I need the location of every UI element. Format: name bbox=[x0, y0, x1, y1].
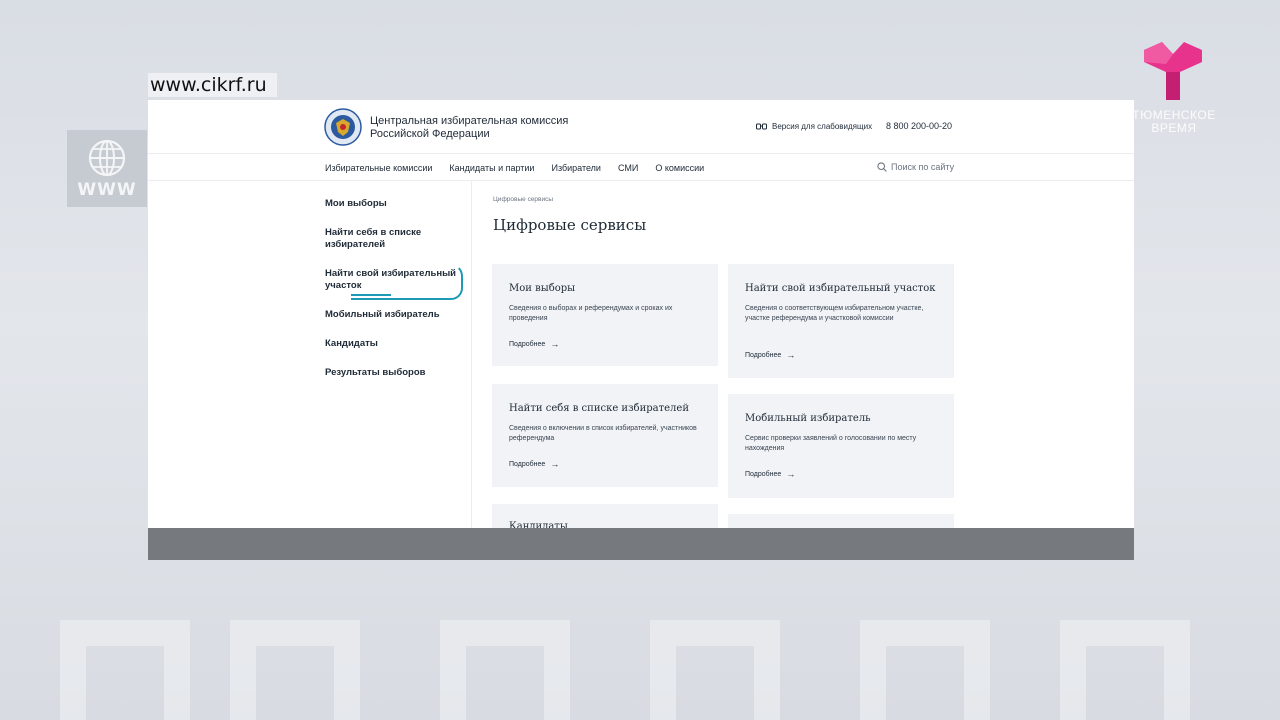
card-title: Найти себя в списке избирателей bbox=[509, 403, 689, 414]
sidebar-item-find-in-voter-list[interactable]: Найти себя в списке избирателей bbox=[325, 227, 465, 251]
sidebar-divider bbox=[471, 181, 472, 528]
more-label: Подробнее bbox=[745, 352, 782, 359]
more-link[interactable]: Подробнее → bbox=[745, 350, 796, 360]
glasses-icon bbox=[756, 123, 767, 130]
nav-item-candidates-parties[interactable]: Кандидаты и партии bbox=[449, 163, 534, 173]
sidebar-item-election-results[interactable]: Результаты выборов bbox=[325, 367, 465, 379]
card-description: Сведения о выборах и референдумах и срок… bbox=[509, 305, 673, 322]
search-box[interactable]: Поиск по сайту bbox=[877, 162, 954, 172]
www-badge: WWW bbox=[67, 130, 147, 207]
arrow-right-icon: → bbox=[786, 469, 796, 479]
card-description: Сведения о соответствующем избирательном… bbox=[745, 305, 924, 322]
sidebar-menu: Мои выборы Найти себя в списке избирател… bbox=[325, 198, 465, 396]
globe-icon bbox=[88, 139, 126, 177]
card-title: Найти свой избирательный участок bbox=[745, 283, 936, 294]
breadcrumb[interactable]: Цифровые сервисы bbox=[493, 196, 553, 203]
service-card-mobile-voter[interactable]: Мобильный избиратель Сервис проверки зая… bbox=[728, 394, 954, 498]
nav-item-about[interactable]: О комиссии bbox=[655, 163, 704, 173]
org-name-line1: Центральная избирательная комиссия bbox=[370, 115, 569, 127]
phone-number[interactable]: 8 800 200-00-20 bbox=[886, 121, 952, 131]
site-nav: Избирательные комиссии Кандидаты и парти… bbox=[148, 154, 1134, 181]
arrow-right-icon: → bbox=[786, 350, 796, 360]
sidebar-item-my-elections[interactable]: Мои выборы bbox=[325, 198, 465, 210]
www-label: WWW bbox=[77, 180, 137, 200]
nav-item-media[interactable]: СМИ bbox=[618, 163, 638, 173]
card-description: Сведения о включении в список избирателе… bbox=[509, 425, 697, 442]
more-label: Подробнее bbox=[745, 471, 782, 478]
more-label: Подробнее bbox=[509, 341, 546, 348]
page-title: Цифровые сервисы bbox=[493, 216, 647, 234]
service-card-find-polling-station[interactable]: Найти свой избирательный участок Сведени… bbox=[728, 264, 954, 378]
nav-item-voters[interactable]: Избиратели bbox=[551, 163, 601, 173]
card-description: Сервис проверки заявлений о голосовании … bbox=[745, 435, 917, 452]
more-label: Подробнее bbox=[509, 461, 546, 468]
more-link[interactable]: Подробнее → bbox=[509, 459, 560, 469]
card-title: Мои выборы bbox=[509, 283, 576, 294]
service-card-find-in-voter-list[interactable]: Найти себя в списке избирателей Сведения… bbox=[492, 384, 718, 487]
sidebar-item-find-polling-station[interactable]: Найти свой избирательный участок bbox=[325, 264, 465, 300]
channel-name: ТЮМЕНСКОЕ ВРЕМЯ bbox=[1132, 108, 1216, 135]
site-header: Центральная избирательная комиссия Росси… bbox=[148, 100, 1134, 154]
url-caption: www.cikrf.ru bbox=[148, 73, 277, 97]
org-name-line2: Российской Федерации bbox=[370, 128, 490, 140]
browser-bottom-bar bbox=[148, 528, 1134, 560]
arrow-right-icon: → bbox=[550, 339, 560, 349]
service-card-my-elections[interactable]: Мои выборы Сведения о выборах и референд… bbox=[492, 264, 718, 366]
org-name[interactable]: Центральная избирательная комиссия Росси… bbox=[370, 115, 610, 141]
nav-item-commissions[interactable]: Избирательные комиссии bbox=[325, 163, 432, 173]
low-vision-link[interactable]: Версия для слабовидящих bbox=[756, 122, 872, 131]
sidebar-item-mobile-voter[interactable]: Мобильный избиратель bbox=[325, 309, 465, 321]
more-link[interactable]: Подробнее → bbox=[509, 339, 560, 349]
background-letters bbox=[0, 600, 1280, 720]
website-screenshot: Центральная избирательная комиссия Росси… bbox=[148, 100, 1134, 560]
arrow-right-icon: → bbox=[550, 459, 560, 469]
sidebar-item-candidates[interactable]: Кандидаты bbox=[325, 338, 465, 350]
low-vision-label: Версия для слабовидящих bbox=[772, 122, 873, 131]
card-title: Мобильный избиратель bbox=[745, 413, 871, 424]
channel-logo-icon bbox=[1144, 42, 1202, 100]
more-link[interactable]: Подробнее → bbox=[745, 469, 796, 479]
emblem-icon bbox=[324, 108, 362, 146]
search-placeholder: Поиск по сайту bbox=[891, 162, 955, 172]
search-icon bbox=[877, 162, 887, 172]
